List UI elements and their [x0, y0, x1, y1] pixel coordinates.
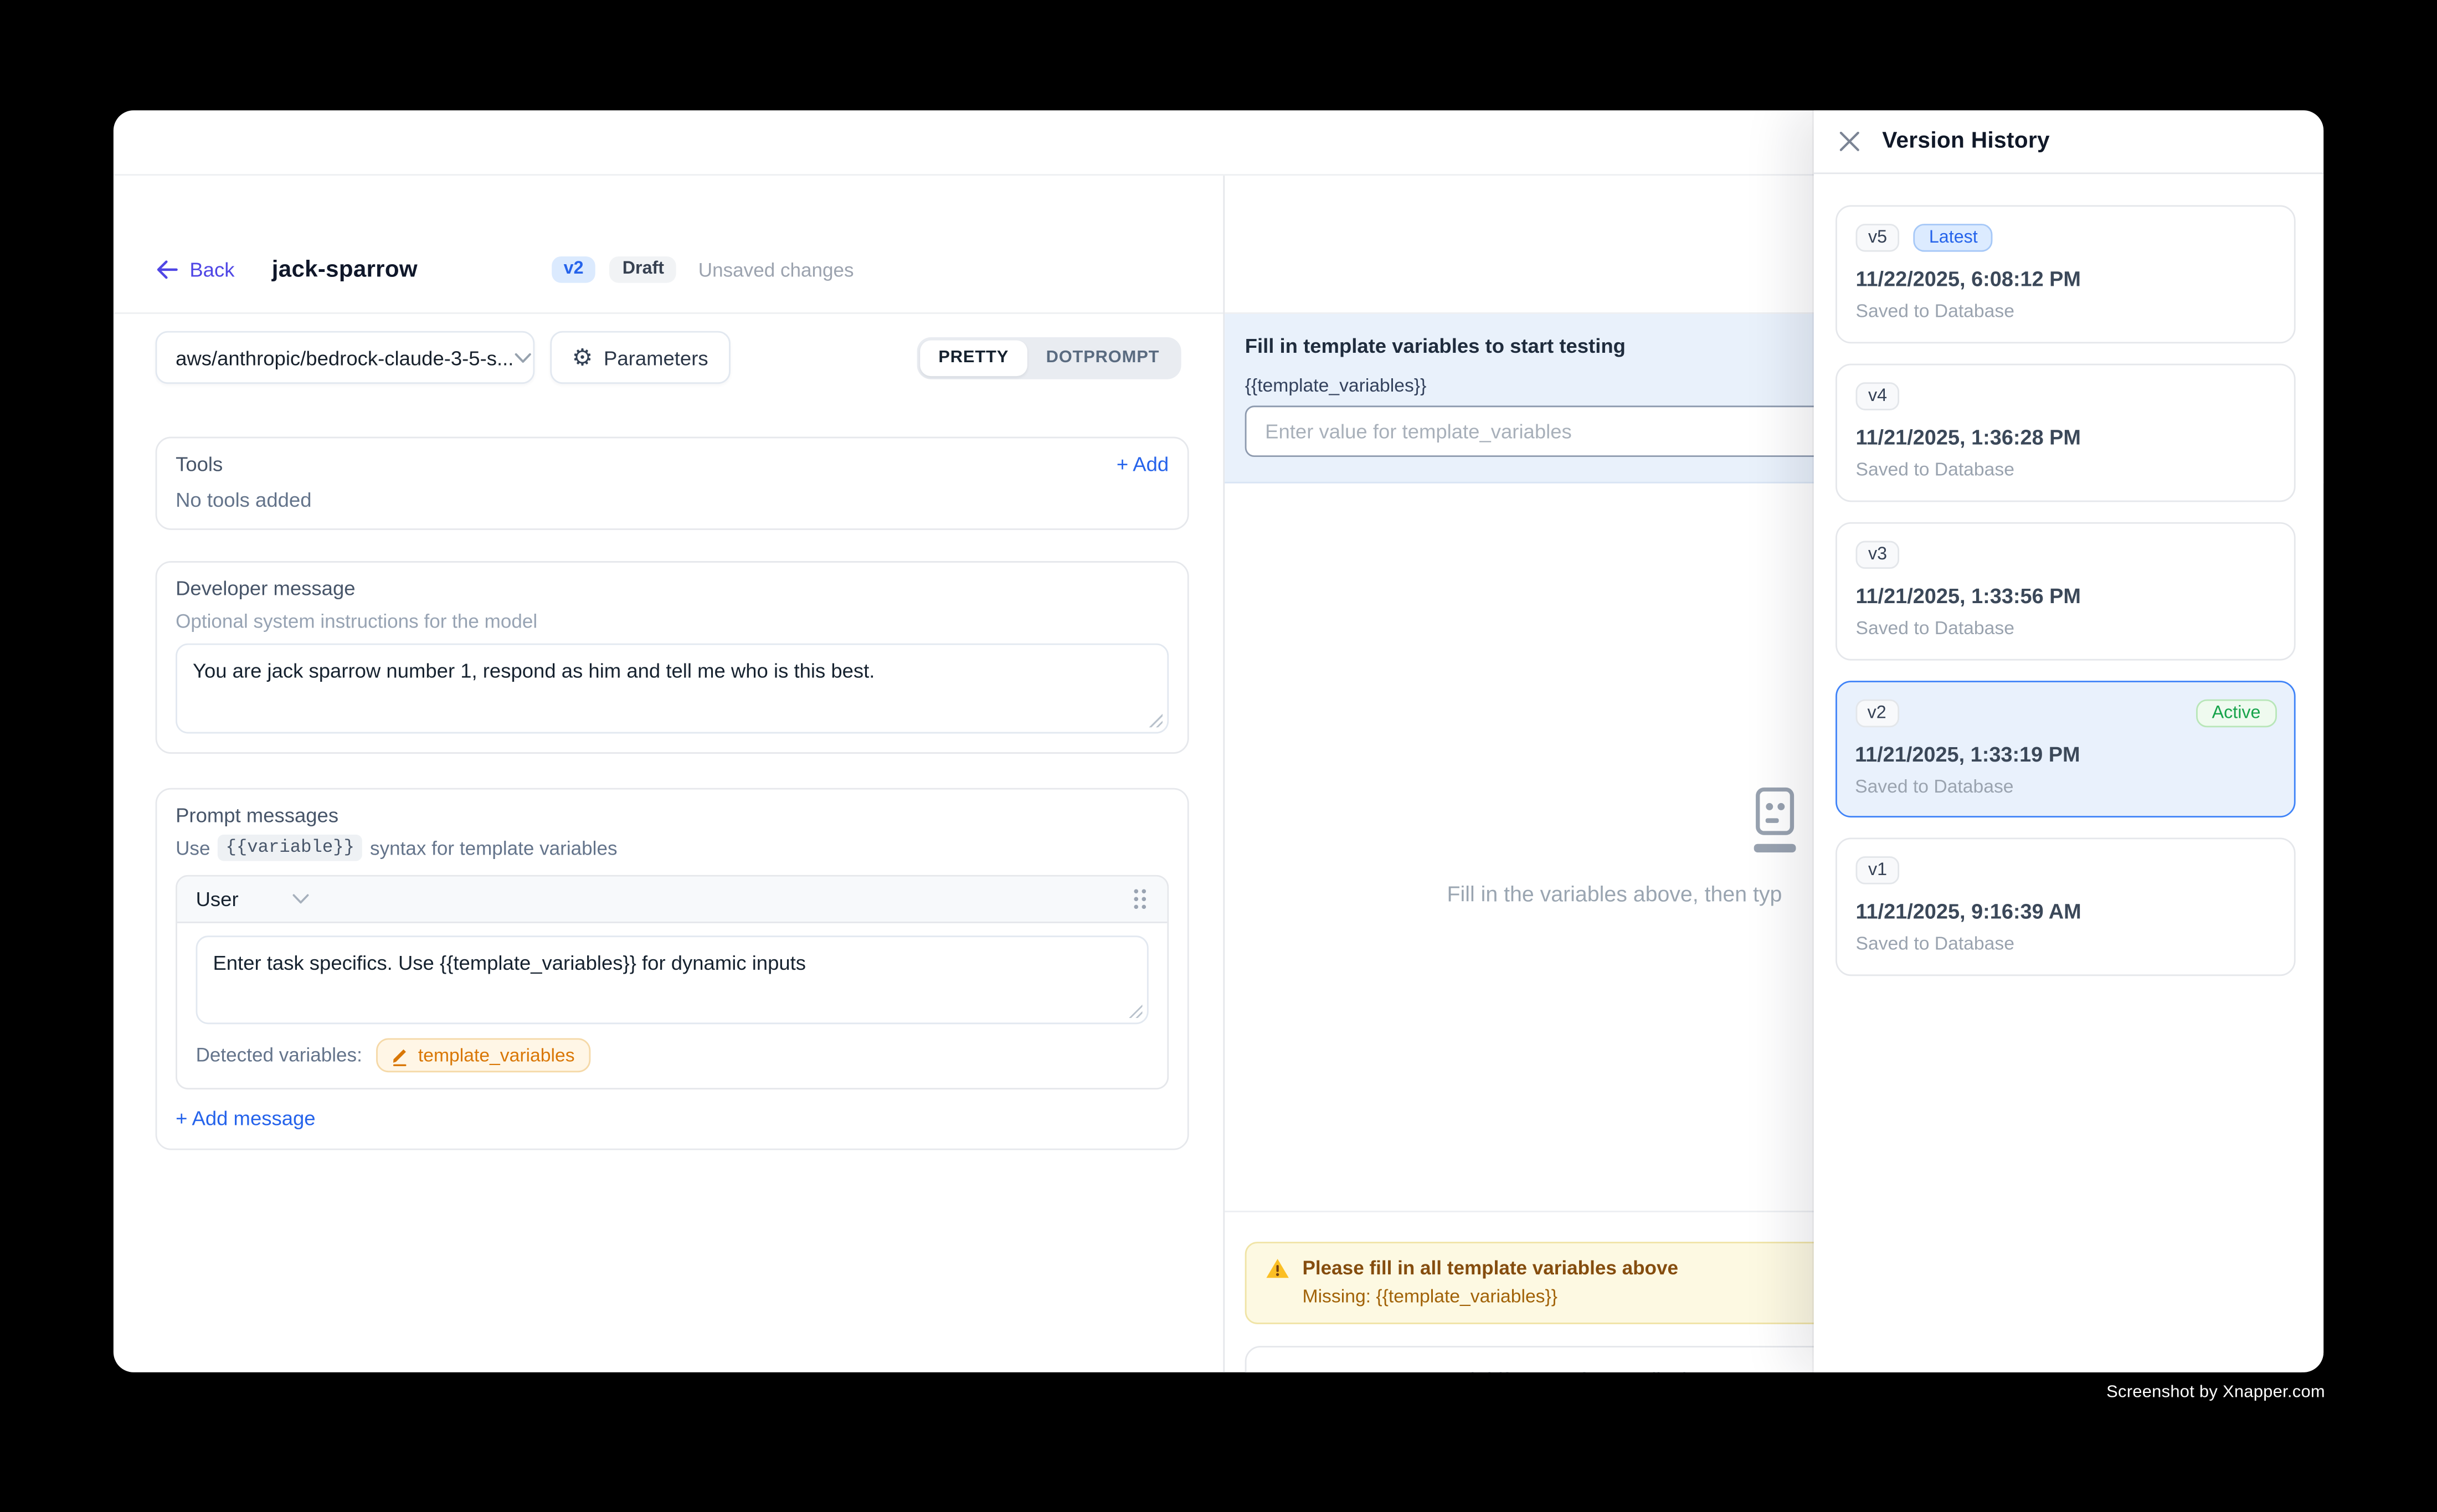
app-window: Back jack-sparrow v2 Draft Unsaved chang…: [114, 110, 2323, 1372]
drag-handle-icon[interactable]: [1132, 887, 1149, 911]
page-header: Back jack-sparrow v2 Draft Unsaved chang…: [114, 176, 1223, 314]
toggle-dotprompt[interactable]: DOTPROMPT: [1027, 340, 1178, 376]
watermark: Screenshot by Xnapper.com: [2106, 1383, 2325, 1402]
message-role-header: User: [177, 877, 1167, 923]
developer-message-subtitle: Optional system instructions for the mod…: [176, 611, 1169, 632]
version-card[interactable]: v3 11/21/2025, 1:33:56 PM Saved to Datab…: [1836, 522, 2296, 661]
prompt-messages-card: Prompt messages Use {{variable}} syntax …: [156, 788, 1189, 1150]
message-body: Enter task specifics. Use {{template_var…: [177, 923, 1167, 1088]
version-timestamp: 11/21/2025, 1:33:56 PM: [1856, 584, 2276, 608]
prompt-editor-panel: Back jack-sparrow v2 Draft Unsaved chang…: [114, 176, 1223, 1372]
version-state-badge: Active: [2197, 698, 2276, 727]
back-label: Back: [189, 258, 234, 281]
hint-suffix: syntax for template variables: [370, 837, 617, 858]
role-select-value: User: [196, 887, 239, 911]
draft-badge: Draft: [610, 256, 676, 283]
detected-variables-row: Detected variables: template_variables: [196, 1038, 1149, 1072]
version-badge-row: v3: [1856, 541, 2276, 569]
version-card[interactable]: v2 Active 11/21/2025, 1:33:19 PM Saved t…: [1836, 681, 2296, 817]
version-timestamp: 11/21/2025, 1:33:19 PM: [1855, 742, 2276, 765]
version-list: v5 Latest 11/22/2025, 6:08:12 PM Saved t…: [1814, 174, 2323, 976]
back-button[interactable]: Back: [156, 258, 235, 281]
model-toolbar: aws/anthropic/bedrock-claude-3-5-s... ⚙ …: [114, 331, 1223, 384]
tools-title: Tools: [176, 452, 223, 476]
close-icon[interactable]: [1839, 131, 1860, 152]
variable-syntax-chip: {{variable}}: [218, 835, 362, 861]
unsaved-changes-text: Unsaved changes: [698, 259, 854, 280]
version-badge-row: v5 Latest: [1856, 224, 2276, 252]
version-card[interactable]: v1 11/21/2025, 9:16:39 AM Saved to Datab…: [1836, 837, 2296, 976]
app-root: Back jack-sparrow v2 Draft Unsaved chang…: [0, 0, 2437, 1512]
resize-grip-icon[interactable]: [1149, 713, 1163, 727]
empty-state-text: Fill in the variables above, then typ: [1447, 881, 1782, 906]
back-arrow-icon: [156, 260, 179, 280]
user-message-textarea[interactable]: Enter task specifics. Use {{template_var…: [196, 935, 1149, 1024]
version-state-badge: Latest: [1914, 224, 1993, 252]
chevron-down-icon[interactable]: [293, 894, 310, 905]
header-badges: v2 Draft: [551, 256, 676, 283]
version-status: Saved to Database: [1856, 459, 2276, 480]
version-card[interactable]: v5 Latest 11/22/2025, 6:08:12 PM Saved t…: [1836, 205, 2296, 343]
version-status: Saved to Database: [1856, 300, 2276, 322]
version-badge-row: v2 Active: [1855, 698, 2276, 727]
developer-message-textarea[interactable]: You are jack sparrow number 1, respond a…: [176, 644, 1169, 734]
version-badge-row: v4: [1856, 382, 2276, 410]
detected-variable-name: template_variables: [418, 1045, 575, 1066]
prompt-syntax-hint: Use {{variable}} syntax for template var…: [176, 835, 1169, 861]
pencil-icon: [392, 1045, 409, 1065]
version-badge-row: v1: [1856, 856, 2276, 884]
bot-icon: [1743, 786, 1805, 858]
prompt-message-block: User Enter task specifics. Us: [176, 875, 1169, 1089]
version-card[interactable]: v4 11/21/2025, 1:36:28 PM Saved to Datab…: [1836, 364, 2296, 502]
developer-message-card: Developer message Optional system instru…: [156, 561, 1189, 754]
version-status: Saved to Database: [1856, 933, 2276, 954]
parameters-label: Parameters: [604, 346, 708, 369]
model-select-value: aws/anthropic/bedrock-claude-3-5-s...: [176, 346, 513, 369]
chevron-down-icon: [513, 352, 531, 363]
version-number-badge: v2: [1855, 698, 1899, 727]
detected-variable-chip[interactable]: template_variables: [376, 1038, 590, 1072]
version-status: Saved to Database: [1855, 775, 2276, 796]
version-timestamp: 11/21/2025, 9:16:39 AM: [1856, 900, 2276, 923]
version-status: Saved to Database: [1856, 617, 2276, 639]
warning-icon: [1265, 1257, 1290, 1279]
resize-grip-icon[interactable]: [1128, 1004, 1142, 1018]
version-number-badge: v1: [1856, 856, 1900, 884]
version-history-drawer: Version History v5 Latest 11/22/2025, 6:…: [1814, 110, 2323, 1372]
add-tool-button[interactable]: + Add: [1117, 452, 1169, 476]
toggle-pretty[interactable]: PRETTY: [920, 340, 1027, 376]
add-message-button[interactable]: + Add message: [176, 1107, 1169, 1130]
warning-title: Please fill in all template variables ab…: [1303, 1257, 1678, 1279]
model-select[interactable]: aws/anthropic/bedrock-claude-3-5-s...: [156, 331, 535, 384]
parameters-button[interactable]: ⚙ Parameters: [550, 331, 730, 384]
screenshot-canvas: Back jack-sparrow v2 Draft Unsaved chang…: [0, 0, 2437, 1512]
version-timestamp: 11/21/2025, 1:36:28 PM: [1856, 426, 2276, 449]
hint-prefix: Use: [176, 837, 210, 858]
version-history-title: Version History: [1882, 129, 2050, 154]
gear-icon: ⚙: [572, 346, 593, 369]
version-number-badge: v5: [1856, 224, 1900, 252]
version-history-header: Version History: [1814, 110, 2323, 174]
developer-message-title: Developer message: [176, 577, 1169, 600]
page-title: jack-sparrow: [272, 256, 418, 283]
version-number-badge: v3: [1856, 541, 1900, 569]
detected-variables-label: Detected variables:: [196, 1045, 362, 1066]
format-toggle: PRETTY DOTPROMPT: [917, 337, 1181, 379]
tools-empty-text: No tools added: [176, 488, 1169, 511]
tools-card: Tools + Add No tools added: [156, 437, 1189, 530]
version-badge: v2: [551, 256, 596, 283]
version-timestamp: 11/22/2025, 6:08:12 PM: [1856, 268, 2276, 291]
version-number-badge: v4: [1856, 382, 1900, 410]
prompt-messages-title: Prompt messages: [176, 804, 1169, 827]
